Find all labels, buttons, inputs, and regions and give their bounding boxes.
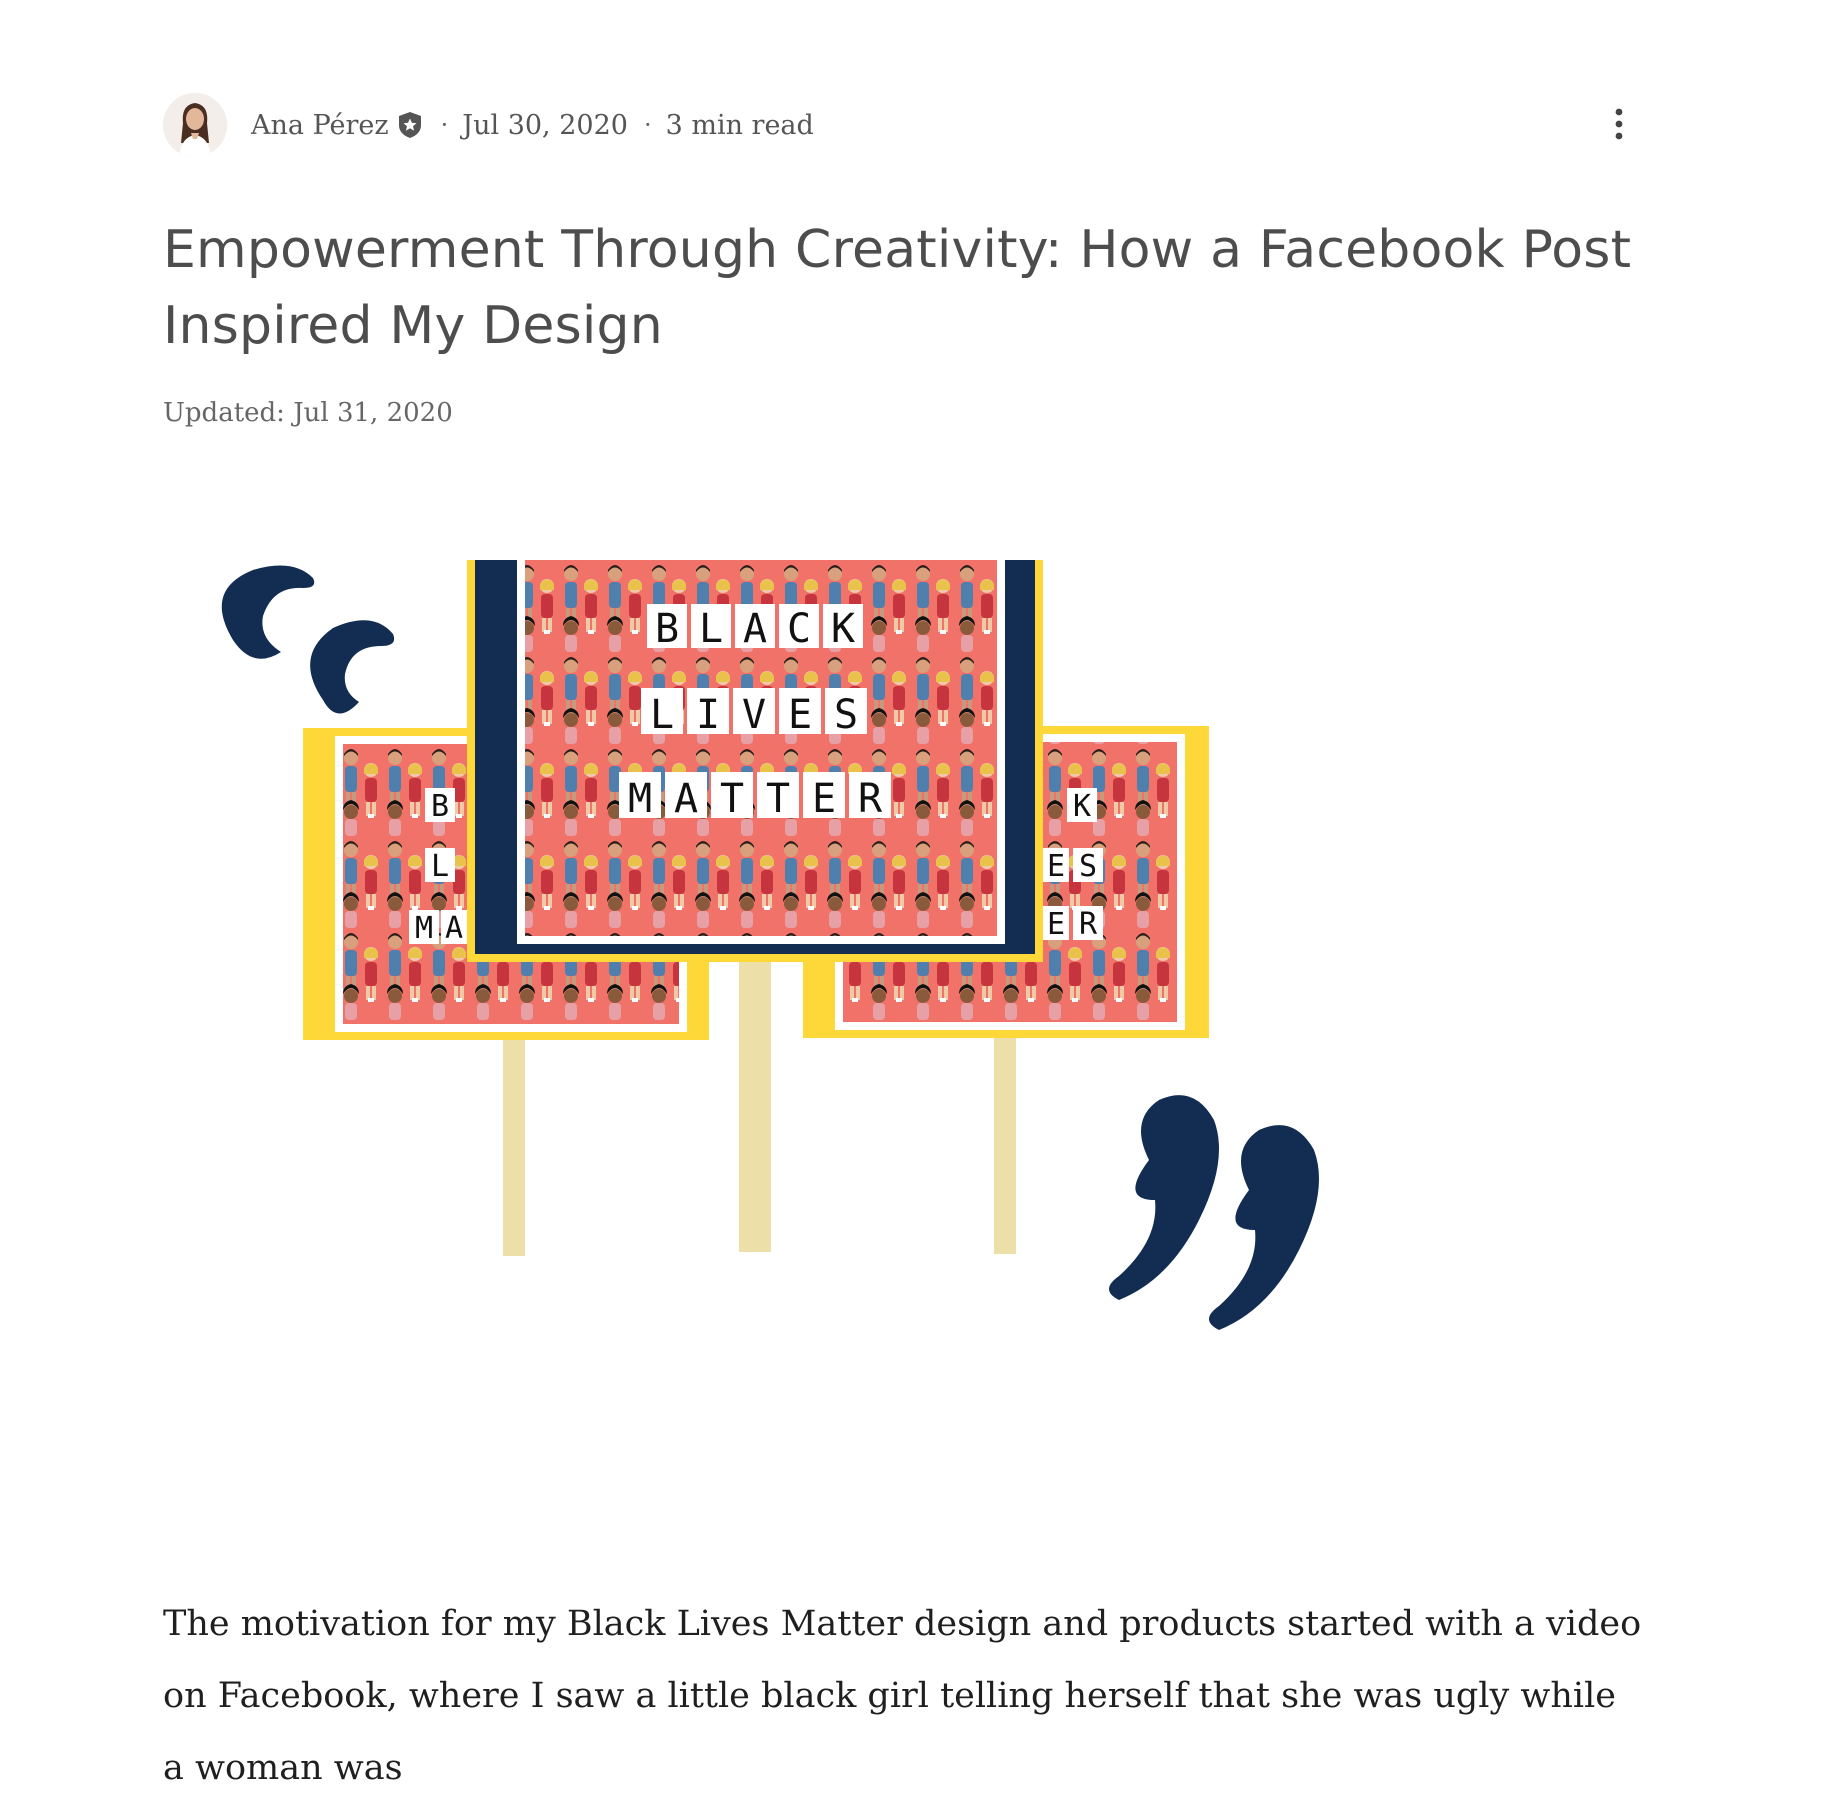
svg-text:T: T (766, 776, 790, 822)
svg-text:V: V (742, 692, 766, 738)
svg-text:S: S (1079, 849, 1097, 884)
updated-date: Updated: Jul 31, 2020 (163, 398, 453, 428)
post-meta-row: Ana Pérez · Jul 30, 2020 · 3 min read (163, 92, 1643, 158)
more-actions-button[interactable] (1595, 100, 1643, 148)
right-sign-pole (994, 1038, 1016, 1254)
post-title: Empowerment Through Creativity: How a Fa… (163, 220, 1632, 356)
svg-text:S: S (834, 692, 858, 738)
author-avatar[interactable] (163, 93, 227, 157)
svg-text:R: R (858, 776, 883, 822)
protest-signs-illustration: B L A C K L I V E S M A T T E R B L M A … (221, 484, 1319, 1330)
svg-text:I: I (696, 692, 720, 738)
svg-text:L: L (431, 849, 449, 884)
svg-text:M: M (628, 776, 652, 822)
svg-text:E: E (812, 776, 836, 822)
left-sign-pole (503, 1038, 525, 1256)
svg-text:C: C (787, 606, 811, 652)
svg-text:T: T (720, 776, 744, 822)
open-quote-icon (221, 565, 395, 714)
svg-text:L: L (650, 692, 674, 738)
author-avatar-image (163, 93, 227, 157)
svg-text:B: B (431, 789, 449, 824)
svg-text:A: A (743, 606, 767, 652)
meta-separator: · (440, 111, 449, 139)
svg-text:K: K (1073, 789, 1091, 824)
svg-text:R: R (1079, 907, 1098, 942)
blog-post-page: Ana Pérez · Jul 30, 2020 · 3 min read Em… (0, 0, 1836, 1788)
hero-image[interactable]: B L A C K L I V E S M A T T E R B L M A … (163, 484, 1643, 1500)
word-lives: L I V E S (641, 688, 867, 738)
word-black: B L A C K (647, 604, 863, 652)
svg-text:B: B (655, 606, 679, 652)
more-vertical-icon (1615, 108, 1623, 140)
author-name[interactable]: Ana Pérez (251, 110, 389, 141)
svg-text:M: M (415, 911, 433, 946)
close-quote-icon (1109, 1095, 1319, 1330)
post-body-paragraph: The motivation for my Black Lives Matter… (163, 1604, 1642, 1788)
svg-text:E: E (788, 692, 812, 738)
meta-separator: · (643, 111, 652, 139)
publish-date: Jul 30, 2020 (462, 109, 628, 141)
svg-text:A: A (674, 776, 698, 822)
read-time: 3 min read (665, 109, 814, 141)
svg-text:A: A (445, 911, 463, 946)
admin-badge-icon (395, 110, 425, 140)
svg-text:E: E (1047, 907, 1065, 942)
svg-text:K: K (831, 606, 855, 652)
svg-text:L: L (699, 606, 723, 652)
svg-text:E: E (1047, 849, 1065, 884)
